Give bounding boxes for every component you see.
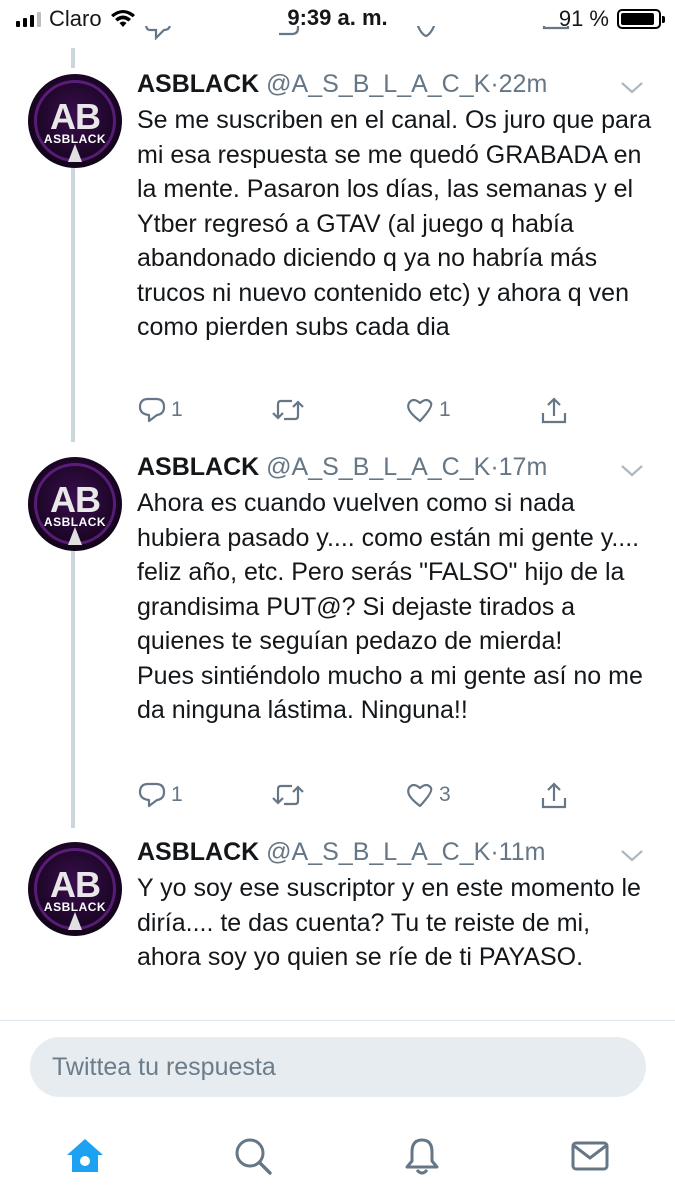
reply-box[interactable] [30,1037,646,1097]
reply-bar [0,1020,675,1110]
thread-connector [71,48,75,68]
avatar-caption: ASBLACK [43,515,107,529]
reply-button[interactable]: 1 [137,396,183,424]
retweet-icon[interactable] [276,26,308,40]
share-button[interactable] [539,781,569,811]
reply-count: 1 [171,398,183,421]
reply-count: 1 [171,783,183,806]
like-button[interactable]: 3 [405,781,451,809]
chevron-down-icon[interactable] [619,848,645,864]
like-button[interactable]: 1 [405,396,451,424]
display-name[interactable]: ASBLACK [137,838,259,866]
share-button[interactable] [539,396,569,426]
tweet-actions: 1 1 [137,396,577,426]
tweet-header: ASBLACK @A_S_B_L_A_C_K·22m [137,70,547,99]
home-icon [67,1139,103,1172]
timestamp: 22m [498,70,548,98]
timestamp: 17m [498,453,548,481]
search-icon [235,1138,272,1175]
chevron-down-icon[interactable] [619,463,645,479]
avatar[interactable]: AB ASBLACK [28,74,122,168]
tweet[interactable]: AB ASBLACK ASBLACK @A_S_B_L_A_C_K·22m Se… [0,70,675,450]
battery-icon [617,9,665,29]
timestamp: 11m [498,838,546,866]
tab-bar [0,1110,675,1200]
display-name[interactable]: ASBLACK [137,453,259,481]
notifications-icon [405,1138,439,1175]
reply-icon[interactable] [144,26,174,40]
display-name[interactable]: ASBLACK [137,70,259,98]
like-count: 1 [439,398,451,421]
messages-icon [571,1141,609,1171]
share-icon [541,397,567,424]
reply-icon [138,782,166,808]
tab-messages[interactable] [568,1134,612,1178]
previous-tweet-actions [136,26,576,46]
handle[interactable]: @A_S_B_L_A_C_K [266,453,490,481]
retweet-button[interactable] [270,781,310,809]
heart-icon [407,783,433,808]
avatar[interactable]: AB ASBLACK [28,457,122,551]
heart-icon [407,398,433,423]
retweet-icon [272,784,304,806]
retweet-button[interactable] [270,396,310,424]
tweet-header: ASBLACK @A_S_B_L_A_C_K·11m [137,838,545,867]
reply-icon [138,397,166,423]
tab-notifications[interactable] [400,1134,444,1178]
tweet-text: Ahora es cuando vuelven como si nada hub… [137,489,643,724]
avatar-caption: ASBLACK [43,132,107,146]
share-icon[interactable] [541,26,571,40]
tweet-header: ASBLACK @A_S_B_L_A_C_K·17m [137,453,547,482]
tweet-actions: 1 3 [137,781,577,811]
separator: · [490,453,499,481]
tab-home[interactable] [63,1134,107,1178]
tweet[interactable]: AB ASBLACK ASBLACK @A_S_B_L_A_C_K·17m Ah… [0,453,675,833]
retweet-icon [272,399,304,421]
chevron-down-icon[interactable] [619,80,645,96]
like-icon[interactable] [411,26,441,40]
battery-fill [621,13,654,25]
avatar-caption: ASBLACK [43,900,107,914]
handle[interactable]: @A_S_B_L_A_C_K [266,838,490,866]
reply-input[interactable] [30,1037,646,1097]
reply-button[interactable]: 1 [137,781,183,809]
handle[interactable]: @A_S_B_L_A_C_K [266,70,490,98]
like-count: 3 [439,783,451,806]
separator: · [490,70,499,98]
tweet-text: Y yo soy ese suscriptor y en este moment… [137,874,641,971]
tweet[interactable]: AB ASBLACK ASBLACK @A_S_B_L_A_C_K·11m Y … [0,838,675,1020]
tweet-thread[interactable]: AB ASBLACK ASBLACK @A_S_B_L_A_C_K·22m Se… [0,48,675,1020]
separator: · [490,838,499,866]
avatar[interactable]: AB ASBLACK [28,842,122,936]
tab-search[interactable] [231,1134,275,1178]
share-icon [541,782,567,809]
tweet-text: Se me suscriben en el canal. Os juro que… [137,106,652,341]
